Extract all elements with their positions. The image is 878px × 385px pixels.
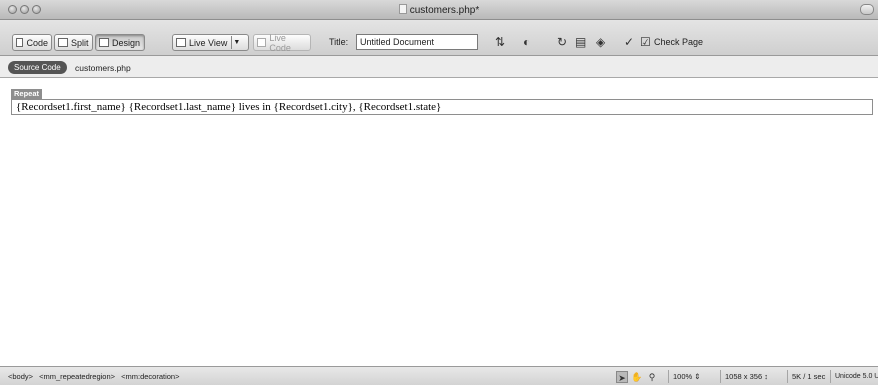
split-view-button[interactable]: Split bbox=[54, 34, 93, 51]
download-size: 5K / 1 sec bbox=[787, 370, 827, 383]
source-code-tab[interactable]: Source Code bbox=[8, 61, 67, 74]
tag-body[interactable]: <body> bbox=[8, 372, 33, 381]
toolbar-toggle-button[interactable] bbox=[860, 4, 874, 15]
tag-mm-repeatedregion[interactable]: <mm_repeatedregion> bbox=[39, 372, 115, 381]
select-tool-icon[interactable]: ➤ bbox=[616, 370, 628, 383]
split-view-icon bbox=[58, 38, 68, 47]
live-code-icon bbox=[257, 38, 267, 47]
document-toolbar: Code Split Design Live View ▼ Live Code … bbox=[0, 20, 878, 56]
visual-aids-icon[interactable]: ◈ bbox=[596, 35, 605, 49]
status-bar: <body> <mm_repeatedregion> <mm:decoratio… bbox=[0, 366, 878, 385]
live-view-icon bbox=[176, 38, 186, 47]
file-management-icon[interactable]: ⇅ bbox=[495, 35, 505, 49]
status-tools: ➤ ✋ ⚲ bbox=[616, 370, 658, 383]
live-view-dropdown-icon[interactable]: ▼ bbox=[231, 36, 241, 49]
title-bar: customers.php* bbox=[0, 0, 878, 20]
validate-markup-icon[interactable]: ✓ bbox=[624, 35, 634, 49]
repeat-region[interactable]: {Recordset1.first_name} {Recordset1.last… bbox=[11, 99, 873, 115]
view-options-icon[interactable]: ▤ bbox=[575, 35, 586, 49]
title-label: Title: bbox=[329, 37, 349, 47]
encoding-indicator: Unicode 5.0 UTF-8 bbox=[830, 370, 878, 383]
refresh-icon[interactable]: ↻ bbox=[557, 35, 567, 49]
document-icon bbox=[398, 4, 407, 14]
design-view-icon bbox=[99, 38, 109, 47]
code-view-button[interactable]: Code bbox=[12, 34, 52, 51]
document-title-input[interactable] bbox=[356, 34, 478, 50]
check-page-icon: ☑ bbox=[640, 35, 651, 49]
tag-selector: <body> <mm_repeatedregion> <mm:decoratio… bbox=[8, 372, 183, 381]
live-view-button[interactable]: Live View ▼ bbox=[172, 34, 249, 51]
design-view[interactable]: Repeat {Recordset1.first_name} {Recordse… bbox=[0, 79, 878, 366]
zoom-tool-icon[interactable]: ⚲ bbox=[646, 371, 658, 383]
code-view-icon bbox=[16, 38, 24, 47]
check-page-button[interactable]: Check Page bbox=[654, 37, 703, 47]
related-files-bar: Source Code customers.php bbox=[0, 56, 878, 78]
live-code-button[interactable]: Live Code bbox=[253, 33, 311, 53]
related-file-link[interactable]: customers.php bbox=[75, 63, 131, 73]
zoom-select[interactable]: 100% ⇕ bbox=[668, 370, 718, 383]
window-title: customers.php* bbox=[0, 4, 878, 16]
tag-mm-decoration[interactable]: <mm:decoration> bbox=[121, 372, 179, 381]
dynamic-content-text[interactable]: {Recordset1.first_name} {Recordset1.last… bbox=[16, 101, 441, 113]
design-view-button[interactable]: Design bbox=[95, 34, 145, 51]
hand-tool-icon[interactable]: ✋ bbox=[631, 371, 643, 383]
window-size-select[interactable]: 1058 x 356 ↕ bbox=[720, 370, 786, 383]
preview-globe-icon[interactable]: ◐ bbox=[523, 35, 530, 49]
repeat-region-tab[interactable]: Repeat bbox=[11, 89, 43, 99]
